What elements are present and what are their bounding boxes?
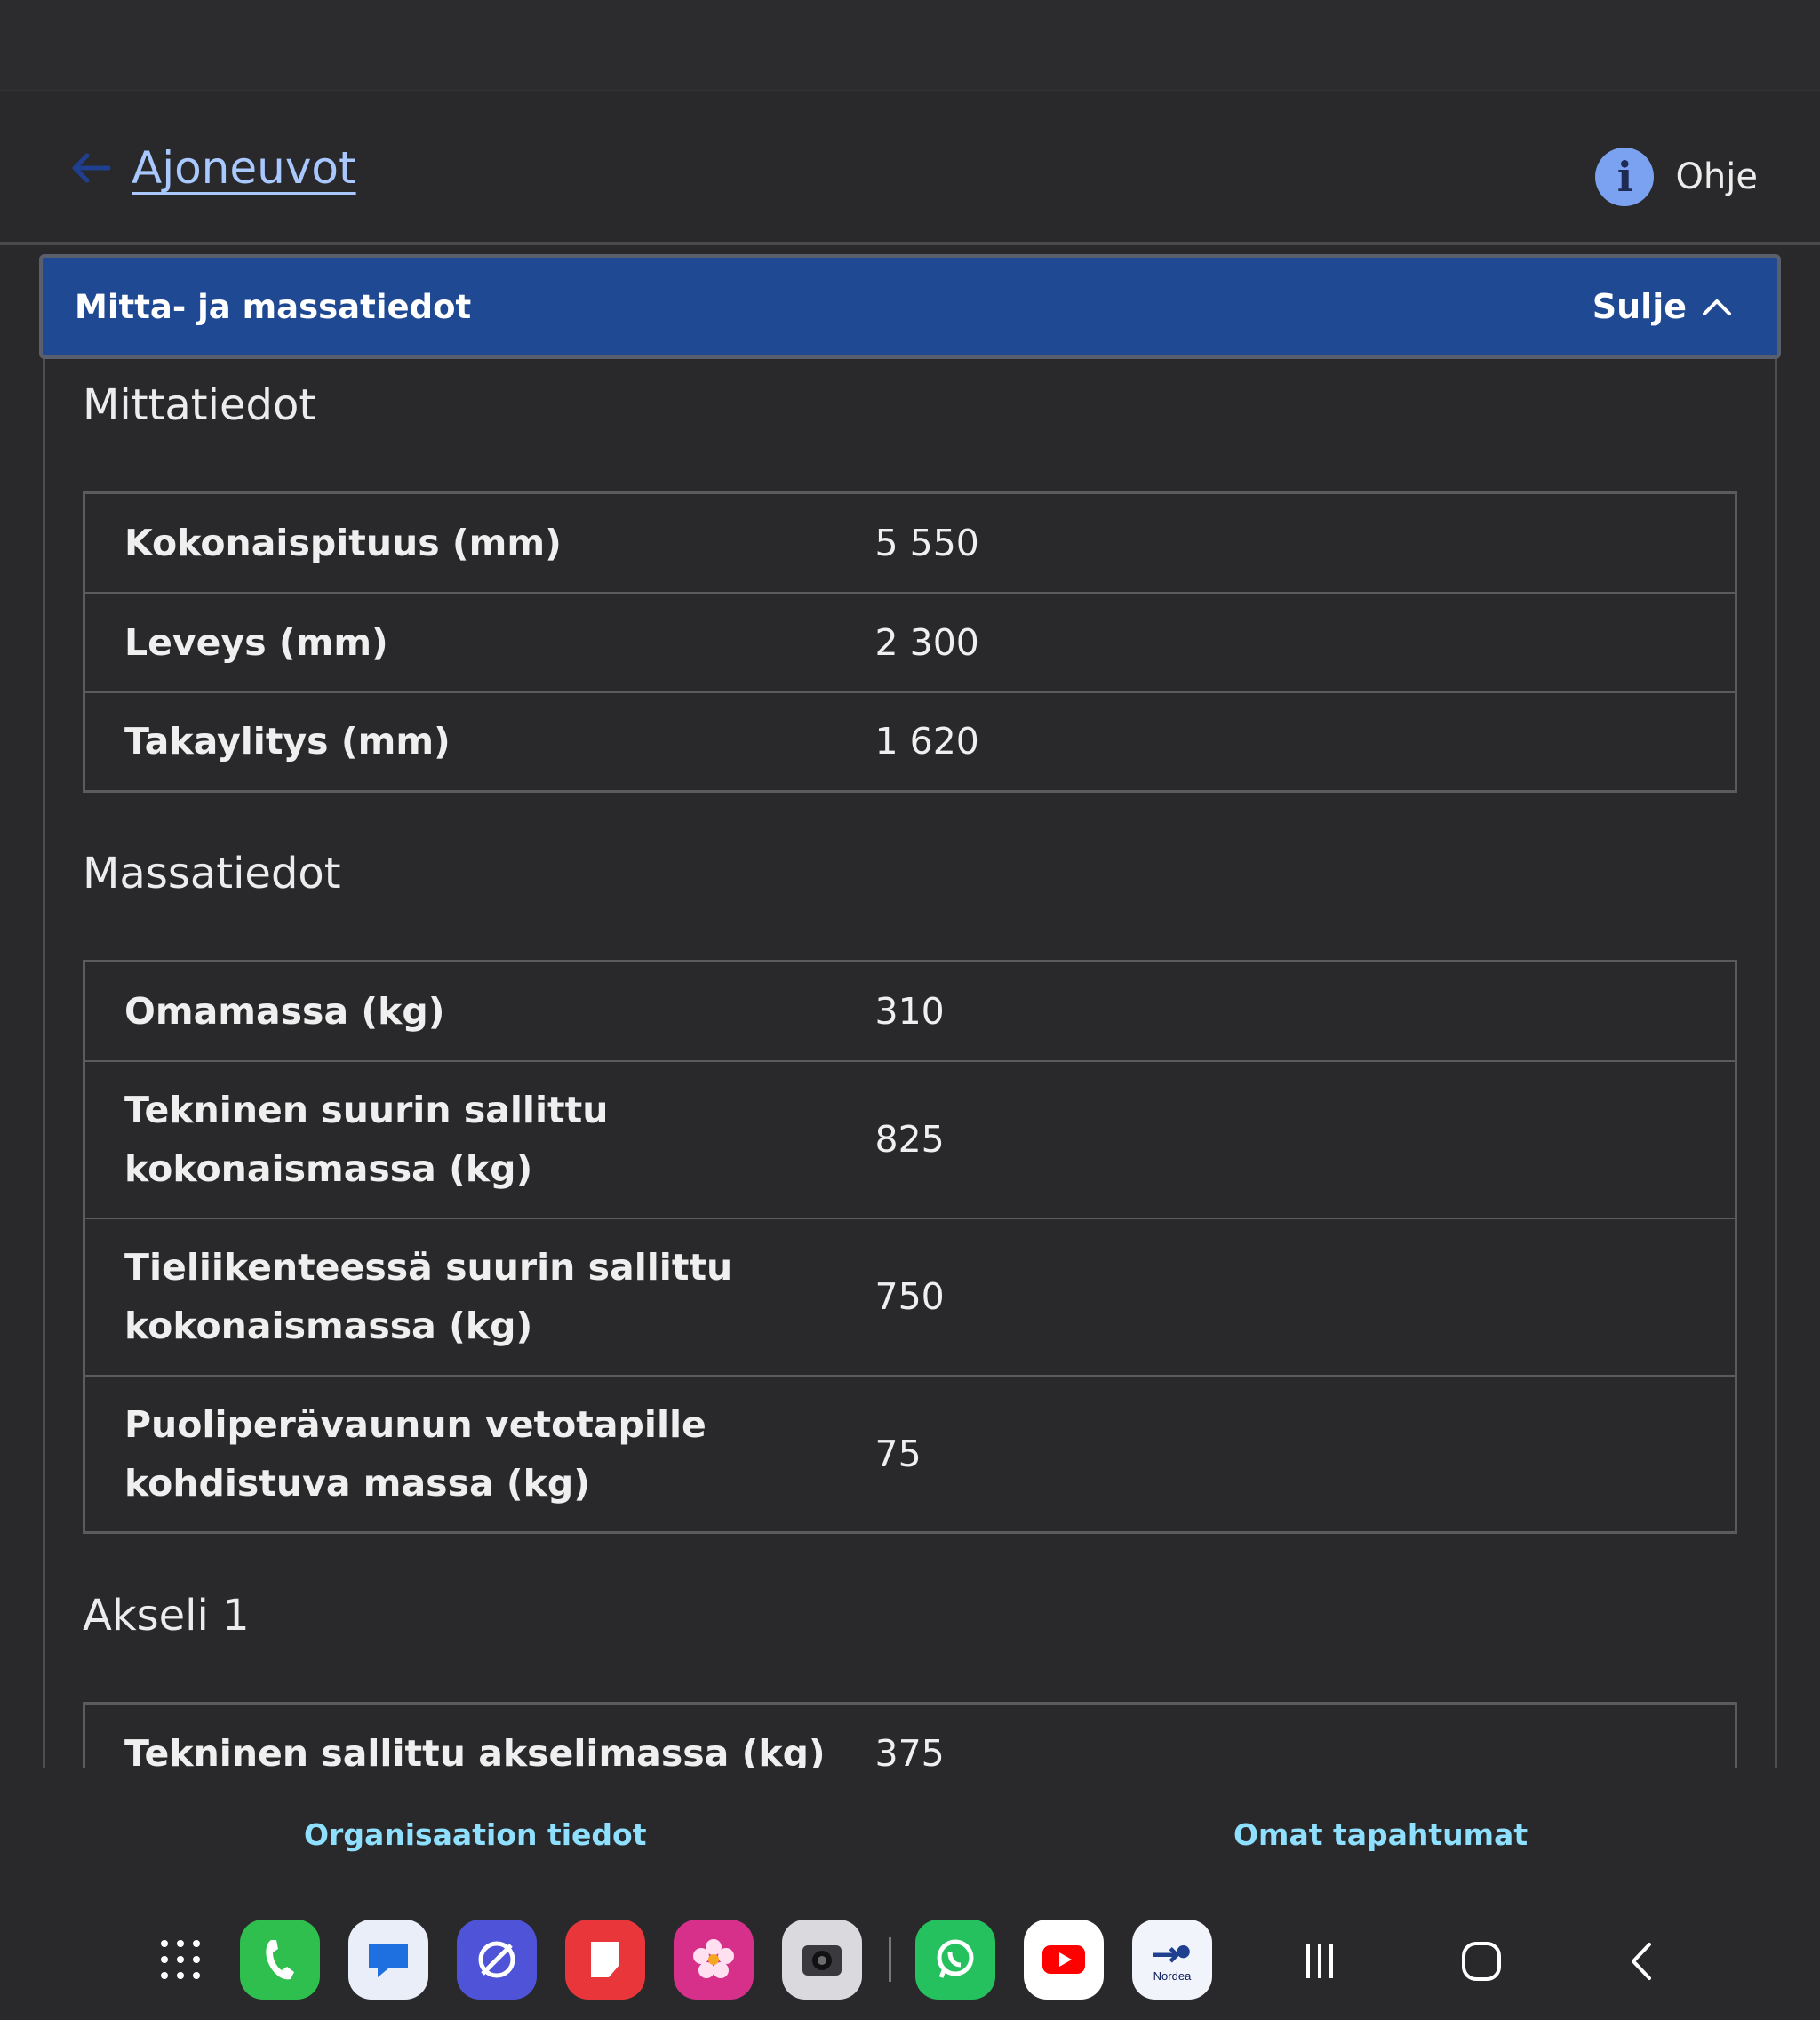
browser-icon[interactable]	[457, 1920, 537, 2000]
table-row: Takaylitys (mm) 1 620	[84, 691, 1736, 792]
app-drawer-icon[interactable]	[140, 1920, 220, 2000]
masses-table: Omamassa (kg) 310 Tekninen suurin sallit…	[83, 960, 1737, 1534]
row-label: Omamassa (kg)	[84, 960, 875, 1061]
nordea-icon[interactable]: Nordea	[1132, 1920, 1212, 2000]
table-row: Tieliikenteessä suurin sallittu kokonais…	[84, 1217, 1736, 1376]
back-link[interactable]: Ajoneuvot	[69, 142, 356, 194]
section-title-dimensions: Mittatiedot	[83, 380, 316, 430]
own-events-link[interactable]: Omat tapahtumat	[1233, 1817, 1528, 1852]
nordea-label: Nordea	[1153, 1968, 1192, 1983]
row-value: 825	[874, 1059, 1736, 1218]
row-label: Puoliperävaunun vetotapille kohdistuva m…	[84, 1374, 875, 1533]
close-accordion-button[interactable]: Sulje	[1592, 287, 1733, 326]
back-link-label: Ajoneuvot	[132, 142, 356, 194]
chevron-up-icon	[1703, 299, 1731, 315]
youtube-icon[interactable]	[1024, 1920, 1104, 2000]
bottom-navigation	[0, 1768, 1820, 1902]
whatsapp-icon[interactable]	[915, 1920, 995, 2000]
table-row: Puoliperävaunun vetotapille kohdistuva m…	[84, 1374, 1736, 1533]
recent-apps-icon[interactable]	[1297, 1939, 1342, 1984]
notes-icon[interactable]	[565, 1920, 645, 2000]
table-row: Tekninen suurin sallittu kokonaismassa (…	[84, 1059, 1736, 1218]
row-label: Tieliikenteessä suurin sallittu kokonais…	[84, 1217, 875, 1376]
section-title-axle-1: Akseli 1	[83, 1591, 250, 1641]
messages-icon[interactable]	[348, 1920, 428, 2000]
organization-info-link[interactable]: Organisaation tiedot	[304, 1817, 646, 1852]
section-title-masses: Massatiedot	[83, 849, 341, 898]
row-label: Takaylitys (mm)	[84, 691, 875, 792]
row-label: Tekninen suurin sallittu kokonaismassa (…	[84, 1059, 875, 1218]
accordion-title: Mitta- ja massatiedot	[75, 287, 472, 326]
back-icon[interactable]	[1621, 1939, 1665, 1984]
row-label: Leveys (mm)	[84, 591, 875, 692]
home-icon[interactable]	[1459, 1939, 1504, 1984]
row-value: 75	[874, 1374, 1736, 1533]
dimensions-table: Kokonaispituus (mm) 5 550 Leveys (mm) 2 …	[83, 491, 1737, 793]
gallery-icon[interactable]	[674, 1920, 754, 2000]
status-bar	[0, 0, 1820, 91]
camera-icon[interactable]	[782, 1920, 862, 2000]
accordion-header[interactable]: Mitta- ja massatiedot Sulje	[39, 254, 1781, 359]
phone-icon[interactable]	[240, 1920, 320, 2000]
dock-divider	[889, 1937, 891, 1982]
row-value: 2 300	[874, 591, 1736, 692]
table-row: Omamassa (kg) 310	[84, 960, 1736, 1061]
table-row: Leveys (mm) 2 300	[84, 591, 1736, 692]
info-icon: i	[1595, 148, 1655, 206]
close-label: Sulje	[1592, 287, 1687, 326]
row-value: 5 550	[874, 491, 1736, 593]
row-value: 750	[874, 1217, 1736, 1376]
help-button[interactable]: i Ohje	[1595, 148, 1758, 206]
arrow-left-icon	[72, 153, 111, 183]
row-value: 310	[874, 960, 1736, 1061]
row-value: 1 620	[874, 691, 1736, 792]
help-label: Ohje	[1675, 156, 1758, 197]
table-row: Kokonaispituus (mm) 5 550	[84, 491, 1736, 593]
row-label: Kokonaispituus (mm)	[84, 491, 875, 593]
